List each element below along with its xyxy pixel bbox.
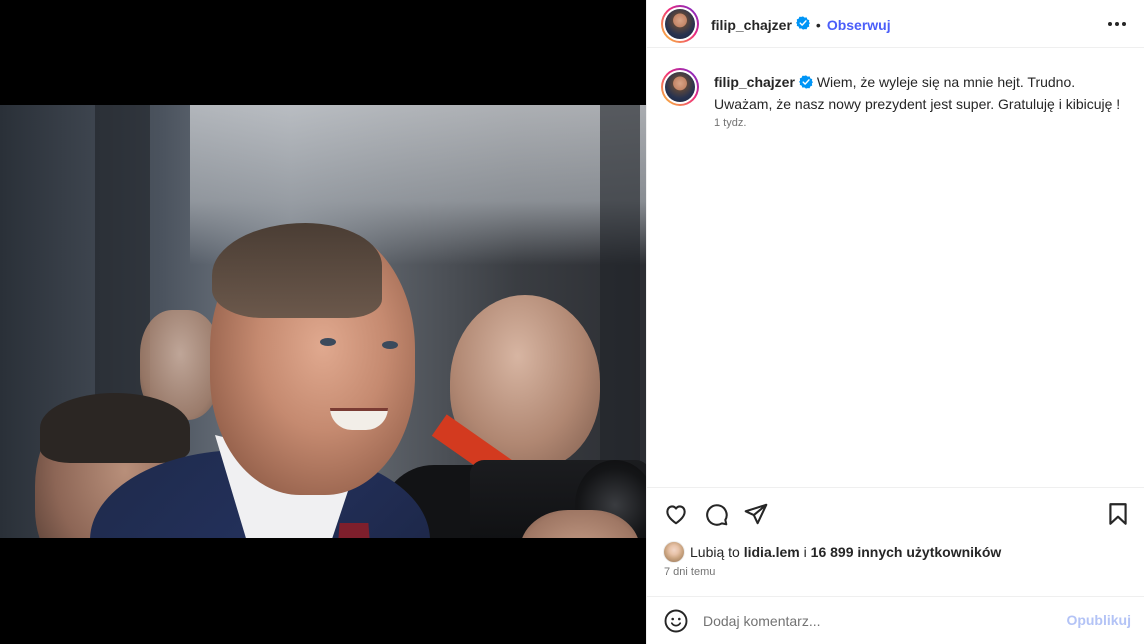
- liker-username[interactable]: lidia.lem: [744, 544, 800, 560]
- likes-connector: i: [803, 544, 807, 560]
- separator-dot: •: [815, 16, 821, 33]
- caption-timestamp[interactable]: 1 tydz.: [714, 117, 746, 129]
- post-caption: filip_chajzer Wiem, że wyleje się na mni…: [714, 72, 1124, 114]
- bookmark-icon[interactable]: [1105, 501, 1133, 529]
- caption-author-avatar[interactable]: [661, 68, 699, 106]
- comment-bubble-icon[interactable]: [703, 501, 731, 529]
- post-header: filip_chajzer • Obserwuj: [647, 0, 1144, 48]
- post-date[interactable]: 7 dni temu: [664, 566, 715, 578]
- paper-plane-icon[interactable]: [743, 501, 771, 529]
- comment-input[interactable]: [703, 610, 1043, 632]
- publish-comment-button[interactable]: Opublikuj: [1066, 612, 1131, 628]
- heart-icon[interactable]: [663, 501, 691, 529]
- post-media[interactable]: [0, 0, 646, 644]
- post-details-panel: filip_chajzer • Obserwuj filip_chajzer W…: [646, 0, 1144, 644]
- post-actions: [647, 487, 1144, 541]
- likes-prefix: Lubią to: [690, 544, 740, 560]
- photo-eye: [320, 338, 336, 346]
- verified-badge-icon: [798, 74, 813, 94]
- caption-username[interactable]: filip_chajzer: [714, 74, 795, 90]
- likes-summary: Lubią to lidia.lem i 16 899 innych użytk…: [663, 541, 1001, 563]
- photo-eye: [382, 341, 398, 349]
- follow-button[interactable]: Obserwuj: [827, 17, 891, 33]
- author-username[interactable]: filip_chajzer: [711, 17, 792, 33]
- more-options-icon[interactable]: [1105, 14, 1129, 34]
- author-row: filip_chajzer • Obserwuj: [711, 16, 891, 33]
- verified-badge-icon: [795, 16, 810, 33]
- add-comment-bar: Opublikuj: [647, 596, 1144, 644]
- post-photo[interactable]: [0, 105, 646, 538]
- author-avatar[interactable]: [661, 5, 699, 43]
- likes-count[interactable]: 16 899 innych użytkowników: [811, 544, 1002, 560]
- liker-avatar[interactable]: [663, 541, 685, 563]
- photo-background-person-hair: [40, 393, 190, 463]
- emoji-smiley-icon[interactable]: [664, 609, 688, 633]
